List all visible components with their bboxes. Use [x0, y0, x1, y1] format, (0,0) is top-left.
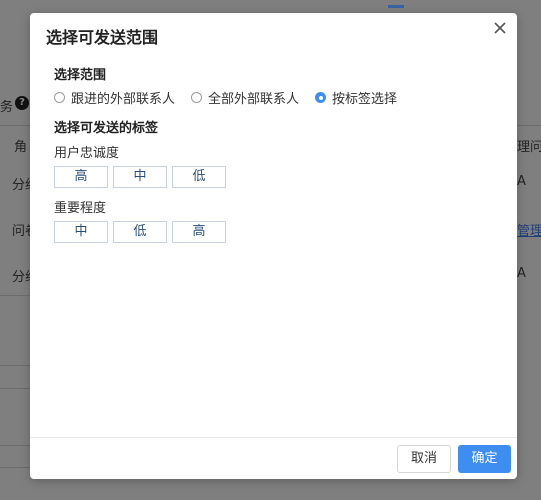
select-scope-dialog: 选择可发送范围 选择范围 跟进的外部联系人 全部外部联系人 按标签选择 选择可发…: [30, 13, 517, 479]
active-tab-indicator: [388, 5, 404, 8]
radio-label: 按标签选择: [332, 92, 398, 107]
divider: [517, 125, 541, 126]
radio-following-contacts[interactable]: 跟进的外部联系人: [54, 88, 175, 107]
radio-circle: [191, 92, 203, 103]
tag-button[interactable]: 高: [172, 221, 226, 243]
tag-group-importance: 中 低 高: [54, 221, 231, 243]
tags-section-title: 选择可发送的标签: [54, 121, 159, 136]
manage-link[interactable]: 管理: [517, 220, 541, 239]
footer-divider: [30, 437, 517, 438]
confirm-button[interactable]: 确定: [458, 445, 511, 473]
radio-label: 全部外部联系人: [208, 92, 300, 107]
divider: [0, 365, 30, 366]
table-cell: A: [517, 266, 526, 281]
table-cell: A: [517, 174, 526, 189]
close-icon[interactable]: [491, 19, 509, 37]
help-icon[interactable]: ?: [15, 96, 29, 110]
radio-circle-checked: [315, 92, 327, 103]
divider: [0, 295, 30, 296]
tag-group-label: 用户忠诚度: [54, 146, 120, 161]
dialog-title: 选择可发送范围: [46, 28, 159, 47]
radio-label: 跟进的外部联系人: [71, 92, 176, 107]
tag-button[interactable]: 中: [113, 166, 167, 188]
tag-button[interactable]: 低: [172, 166, 226, 188]
radio-all-contacts[interactable]: 全部外部联系人: [191, 88, 299, 107]
tag-button[interactable]: 低: [113, 221, 167, 243]
background-label: 务: [0, 100, 14, 115]
scope-section-title: 选择范围: [54, 68, 107, 83]
divider: [0, 445, 30, 446]
tag-button[interactable]: 中: [54, 221, 108, 243]
tag-button[interactable]: 高: [54, 166, 108, 188]
tag-group-loyalty: 高 中 低: [54, 166, 231, 188]
radio-circle: [54, 92, 65, 103]
divider: [0, 467, 30, 468]
table-header-left: 角: [14, 140, 28, 155]
cancel-button[interactable]: 取消: [397, 445, 451, 473]
divider: [0, 388, 30, 389]
table-header-right: 理问: [517, 140, 541, 155]
divider: [0, 125, 30, 126]
tag-group-label: 重要程度: [54, 201, 107, 216]
radio-by-tag[interactable]: 按标签选择: [315, 88, 397, 107]
scope-radio-group: 跟进的外部联系人 全部外部联系人 按标签选择: [54, 88, 413, 107]
